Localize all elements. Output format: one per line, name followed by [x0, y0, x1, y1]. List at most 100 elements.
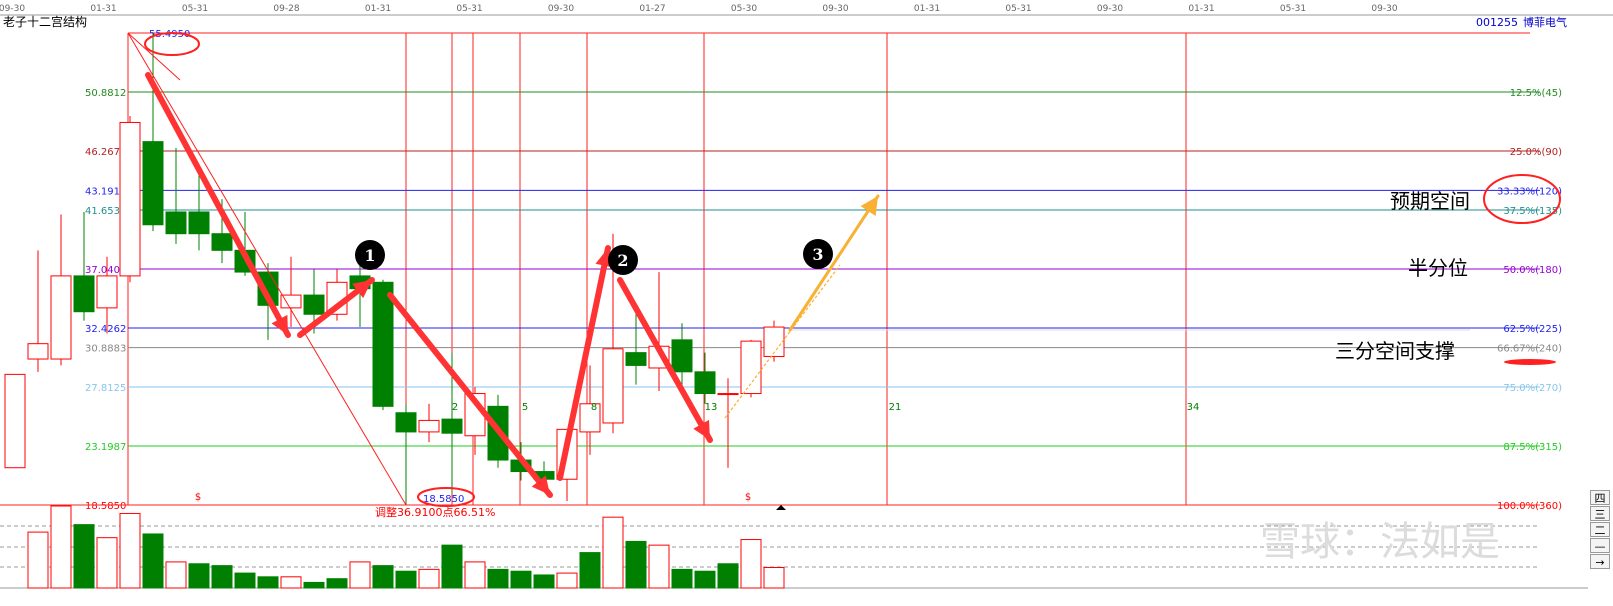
top-axis-date: 05-31: [182, 4, 208, 14]
candle-body: [119, 121, 141, 277]
candle-body: [441, 418, 463, 434]
dollar-mark: $: [745, 492, 751, 503]
volume-bar: [142, 533, 164, 589]
candle-body: [73, 275, 95, 313]
candle-body: [625, 352, 647, 366]
volume-bar: [257, 576, 279, 589]
candle-body: [303, 294, 325, 315]
top-axis-date: 09-30: [1371, 4, 1397, 14]
volume-bar: [740, 539, 762, 589]
stock-code: 001255: [1476, 16, 1518, 29]
candle-body: [4, 373, 26, 469]
level-left-label: 27.8125: [85, 383, 126, 394]
annotation-text: 半分位: [1408, 256, 1468, 280]
top-axis-date: 05-31: [1280, 4, 1306, 14]
volume-bar: [234, 572, 256, 589]
volume-bar: [211, 565, 233, 589]
side-button-four[interactable]: 四: [1590, 490, 1610, 505]
fib-day-label: 21: [889, 402, 902, 413]
volume-bar: [602, 516, 624, 589]
candle-body: [372, 281, 394, 407]
volume-bar: [579, 552, 601, 589]
candle-body: [211, 233, 233, 251]
top-axis-date: 05-31: [1005, 4, 1031, 14]
volume-bar: [188, 563, 210, 589]
level-left-label: 23.1987: [85, 442, 126, 453]
volume-bar: [372, 565, 394, 589]
top-axis-date: 01-31: [365, 4, 391, 14]
level-left-label: 30.8883: [85, 344, 126, 355]
candle-body: [142, 141, 164, 226]
volume-bar: [96, 537, 118, 589]
annotation-text: 预期空间: [1390, 189, 1470, 213]
volume-bar: [464, 561, 486, 589]
volume-bar: [303, 581, 325, 589]
top-axis-date: 01-31: [914, 4, 940, 14]
chart-title: 老子十二宫结构: [3, 14, 87, 29]
volume-bar: [556, 572, 578, 589]
wave-number: 3: [812, 245, 823, 264]
volume-bar: [349, 561, 371, 589]
top-axis-date: 09-28: [273, 4, 299, 14]
candle-body: [395, 412, 417, 433]
volume-bar: [487, 568, 509, 589]
candle-body: [694, 371, 716, 395]
stock-name: 博菲电气: [1523, 15, 1567, 29]
top-axis-date: 05-30: [731, 4, 757, 14]
side-button-arrow[interactable]: →: [1590, 554, 1610, 569]
volume-bar: [119, 512, 141, 589]
volume-bar: [717, 563, 739, 589]
candle-body: [717, 393, 739, 396]
level-right-label: 25.0%(90): [1510, 147, 1562, 158]
volume-bar: [50, 505, 72, 589]
top-axis-date: 09-30: [822, 4, 848, 14]
volume-bar: [73, 524, 95, 589]
top-axis-date: 05-31: [456, 4, 482, 14]
top-axis-date: 01-31: [90, 4, 116, 14]
volume-bar: [648, 544, 670, 589]
adjust-text: 调整36.9100点66.51%: [375, 505, 495, 519]
volume-bar: [418, 568, 440, 589]
volume-bar: [510, 570, 532, 589]
fib-day-label: 13: [705, 402, 718, 413]
annotation-text: 三分空间支撑: [1335, 339, 1455, 363]
top-axis-date: 09-30: [0, 4, 25, 14]
level-right-label: 12.5%(45): [1510, 88, 1562, 99]
level-left-label: 32.4262: [85, 324, 126, 335]
level-left-label: 50.8812: [85, 88, 126, 99]
volume-bar: [395, 570, 417, 589]
candle-body: [740, 340, 762, 395]
side-button-dash[interactable]: —: [1590, 538, 1610, 553]
candle-body: [96, 275, 118, 309]
volume-bar: [165, 561, 187, 589]
candle-body: [671, 339, 693, 373]
wave-number: 1: [364, 246, 375, 265]
fib-day-label: 2: [452, 402, 458, 413]
highlight-underline: [1504, 359, 1556, 365]
wave-number: 2: [617, 251, 628, 270]
candle-body: [27, 343, 49, 360]
level-right-label: 87.5%(315): [1503, 442, 1562, 453]
volume-bar: [326, 578, 348, 589]
level-right-label: 75.0%(270): [1503, 383, 1562, 394]
fib-day-label: 5: [522, 402, 528, 413]
level-left-label: 18.5850: [85, 501, 126, 512]
volume-bar: [27, 531, 49, 589]
side-button-three[interactable]: 三: [1590, 506, 1610, 521]
level-right-label: 50.0%(180): [1503, 265, 1562, 276]
volume-bar: [763, 567, 785, 589]
fib-day-label: 8: [591, 402, 597, 413]
candle-body: [165, 211, 187, 235]
side-button-two[interactable]: 二: [1590, 522, 1610, 537]
volume-bar: [694, 570, 716, 589]
level-right-label: 66.67%(240): [1497, 344, 1562, 355]
candle-body: [418, 419, 440, 433]
volume-bar: [441, 544, 463, 589]
volume-bar: [671, 568, 693, 589]
volume-bar: [625, 540, 647, 589]
volume-bar: [280, 576, 302, 589]
volume-bar: [533, 574, 555, 589]
candle-body: [602, 348, 624, 424]
chart-canvas: 09-30 01-31 05-31 09-28 01-31 05-31 09-30 01-27…: [0, 0, 1613, 606]
dollar-mark: $: [195, 492, 201, 503]
